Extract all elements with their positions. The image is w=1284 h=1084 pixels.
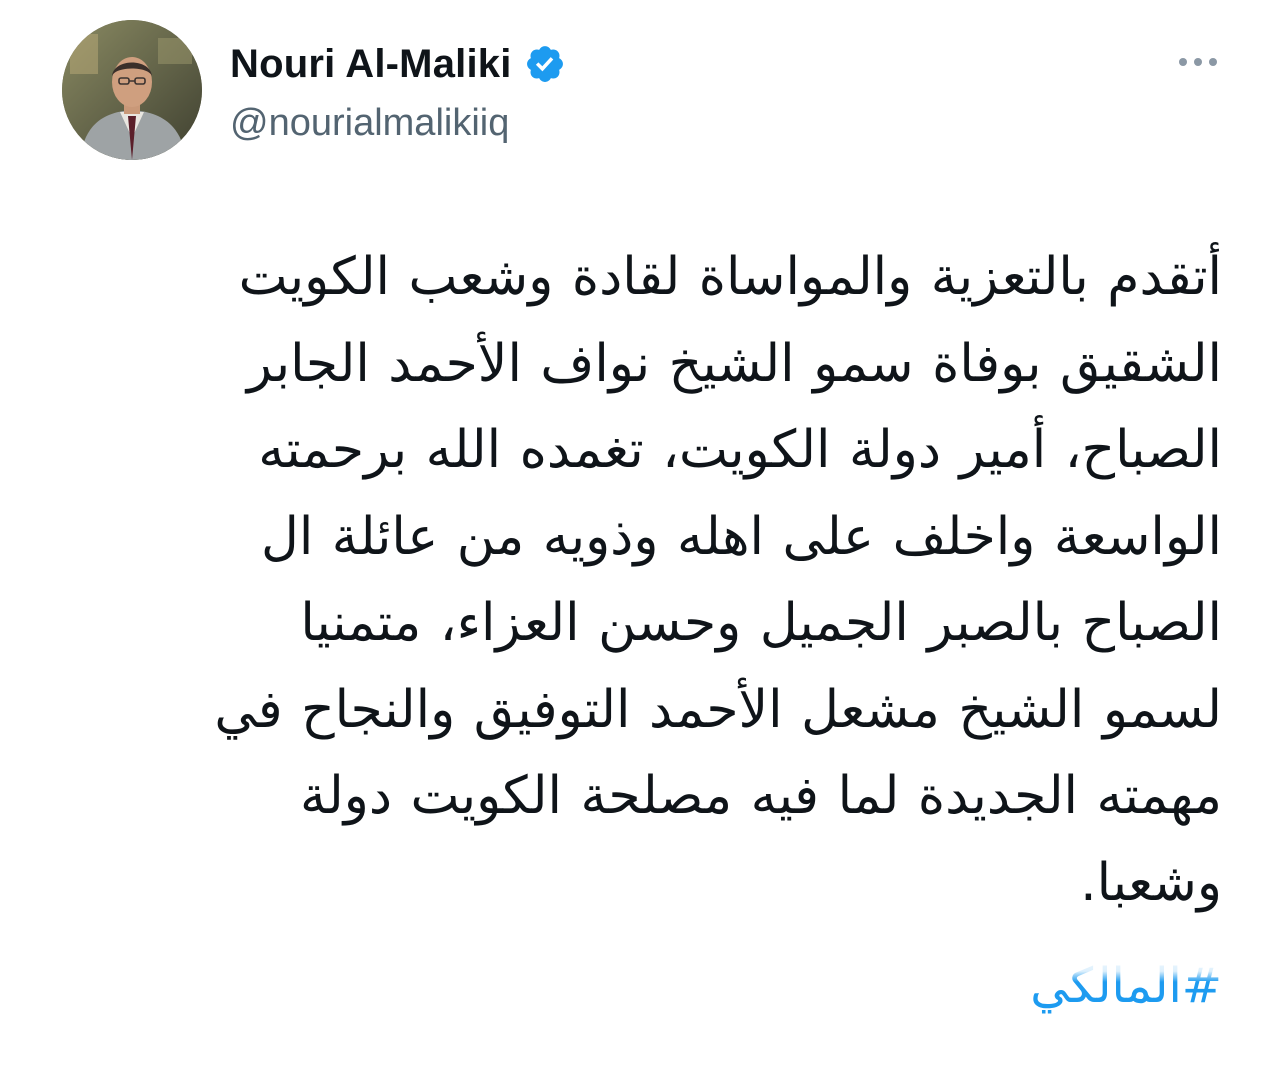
author-display-name[interactable]: Nouri Al-Maliki	[230, 42, 512, 87]
more-options-button[interactable]	[1168, 40, 1228, 84]
author-handle[interactable]: @nourialmalikiiq	[230, 102, 509, 145]
author-name-row[interactable]: Nouri Al-Maliki	[230, 38, 566, 90]
more-horizontal-icon	[1209, 58, 1217, 66]
hashtag-link[interactable]: #المالكي	[1026, 946, 1226, 1026]
tweet-text-line: أتقدم بالتعزية والمواساة لقادة وشعب الكو…	[238, 247, 1222, 307]
hashtag-text: #المالكي	[1030, 958, 1222, 1014]
tweet-text-line: الصباح، أمير دولة الكويت، تغمده الله برح…	[258, 420, 1222, 480]
tweet-text-line: وشعبا.	[1080, 852, 1222, 913]
tweet-text: أتقدم بالتعزية والمواساة لقادة وشعب الكو…	[60, 234, 1222, 926]
tweet-text-line: الصباح بالصبر الجميل وحسن العزاء، متمنيا	[300, 593, 1222, 653]
tweet-text-line: مهمته الجديدة لما فيه مصلحة الكويت دولة	[300, 766, 1222, 826]
avatar[interactable]	[62, 20, 202, 160]
tweet-text-line: الشقيق بوفاة سمو الشيخ نواف الأحمد الجاب…	[246, 333, 1222, 394]
tweet-text-line: لسمو الشيخ مشعل الأحمد التوفيق والنجاح ف…	[214, 679, 1222, 740]
more-horizontal-icon	[1179, 58, 1187, 66]
verified-badge-icon[interactable]	[524, 43, 566, 85]
more-horizontal-icon	[1194, 58, 1202, 66]
tweet-text-line: الواسعة واخلف على اهله وذويه من عائلة ال	[261, 506, 1222, 567]
tweet-card: Nouri Al-Maliki @nourialmalikiiq أتقدم ب…	[0, 0, 1284, 1084]
profile-photo	[62, 20, 202, 160]
